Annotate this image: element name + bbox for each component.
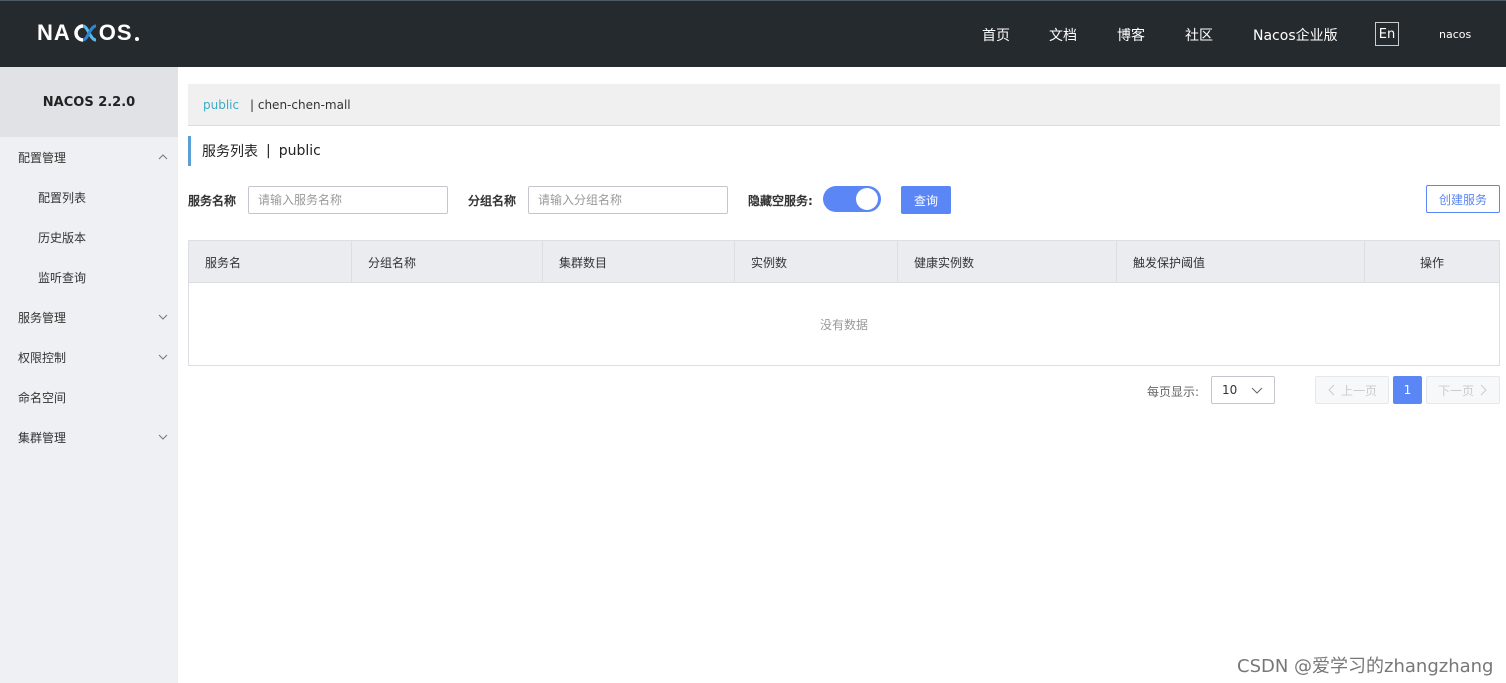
watermark: CSDN @爱学习的zhangzhang	[1237, 656, 1494, 677]
logo-text-right: OS	[98, 20, 133, 45]
nav-blog[interactable]: 博客	[1117, 25, 1145, 45]
page-title: 服务列表 | public	[188, 136, 321, 166]
sidebar-item-label: 权限控制	[18, 350, 67, 365]
page-title-separator: |	[266, 143, 271, 159]
hide-empty-label: 隐藏空服务:	[748, 194, 813, 208]
sidebar-item-label: 历史版本	[38, 230, 87, 245]
namespace-breadcrumb: public | chen-chen-mall	[188, 84, 1500, 126]
chevron-right-icon	[1480, 384, 1487, 396]
sidebar-item-label: 配置列表	[38, 190, 87, 205]
version-label: NACOS 2.2.0	[0, 67, 178, 137]
sidebar-item-cluster-management[interactable]: 集群管理	[0, 417, 178, 457]
sidebar: NACOS 2.2.0 配置管理 配置列表 历史版本 监听查询 服务管理 权限控…	[0, 67, 178, 683]
sidebar-item-label: 集群管理	[18, 430, 67, 445]
next-page-label: 下一页	[1437, 383, 1474, 398]
column-header-service-name: 服务名	[189, 241, 352, 283]
hide-empty-toggle[interactable]	[823, 186, 881, 212]
chevron-left-icon	[1328, 384, 1335, 396]
page-size-select[interactable]: 10	[1211, 376, 1275, 404]
prev-page-button[interactable]: 上一页	[1315, 376, 1389, 404]
sidebar-item-history[interactable]: 历史版本	[0, 217, 178, 257]
next-page-button[interactable]: 下一页	[1426, 376, 1500, 404]
create-service-button[interactable]: 创建服务	[1426, 185, 1500, 213]
query-button[interactable]: 查询	[901, 186, 951, 214]
namespace-extra: | chen-chen-mall	[250, 98, 351, 112]
nav-docs[interactable]: 文档	[1049, 25, 1077, 45]
nav-enterprise[interactable]: Nacos企业版	[1253, 25, 1338, 45]
chevron-down-icon	[158, 352, 168, 362]
sidebar-item-config-management[interactable]: 配置管理	[0, 137, 178, 177]
sidebar-item-service-management[interactable]: 服务管理	[0, 297, 178, 337]
namespace-link[interactable]: public	[203, 98, 239, 112]
sidebar-item-label: 命名空间	[18, 390, 67, 405]
logo-c-icon	[72, 23, 98, 43]
group-name-label: 分组名称	[468, 194, 517, 208]
chevron-up-icon	[158, 152, 168, 162]
sidebar-item-access-control[interactable]: 权限控制	[0, 337, 178, 377]
sidebar-item-label: 监听查询	[38, 270, 87, 285]
page-1-button[interactable]: 1	[1393, 376, 1422, 404]
sidebar-item-config-list[interactable]: 配置列表	[0, 177, 178, 217]
nav-home[interactable]: 首页	[982, 25, 1010, 45]
column-header-cluster-count: 集群数目	[543, 241, 735, 283]
column-header-group-name: 分组名称	[352, 241, 543, 283]
user-name[interactable]: nacos	[1439, 28, 1471, 41]
page-title-namespace: public	[278, 143, 321, 159]
prev-page-label: 上一页	[1340, 383, 1377, 398]
top-navbar: NA OS 首页 文档 博客 社区 Nacos企业版 En nacos	[0, 0, 1506, 67]
column-header-protect-threshold: 触发保护阈值	[1117, 241, 1365, 283]
nav-community[interactable]: 社区	[1185, 25, 1213, 45]
sidebar-item-namespace[interactable]: 命名空间	[0, 377, 178, 417]
empty-state: 没有数据	[819, 317, 868, 332]
service-table: 服务名 分组名称 集群数目 实例数 健康实例数 触发保护阈值 操作 没有数据	[188, 240, 1500, 366]
page-size-value: 10	[1222, 383, 1238, 397]
column-header-instance-count: 实例数	[735, 241, 898, 283]
service-name-label: 服务名称	[188, 194, 237, 208]
logo-text-left: NA	[37, 20, 71, 45]
page-title-text: 服务列表	[202, 144, 258, 160]
logo-dot	[134, 37, 139, 41]
chevron-down-icon	[158, 432, 168, 442]
toggle-knob	[856, 188, 878, 210]
group-name-input[interactable]	[528, 186, 728, 214]
chevron-down-icon	[158, 312, 168, 322]
sidebar-item-label: 服务管理	[18, 310, 67, 325]
chevron-down-icon	[1250, 383, 1264, 400]
language-switch-button[interactable]: En	[1375, 22, 1399, 46]
service-name-input[interactable]	[248, 186, 448, 214]
nacos-logo[interactable]: NA OS	[37, 20, 139, 45]
column-header-healthy-instances: 健康实例数	[898, 241, 1117, 283]
column-header-operations: 操作	[1419, 255, 1444, 270]
sidebar-item-label: 配置管理	[18, 150, 67, 165]
sidebar-item-listener-query[interactable]: 监听查询	[0, 257, 178, 297]
table-header: 服务名 分组名称 集群数目 实例数 健康实例数 触发保护阈值 操作	[189, 241, 1499, 283]
page-size-label: 每页显示:	[1147, 385, 1200, 399]
